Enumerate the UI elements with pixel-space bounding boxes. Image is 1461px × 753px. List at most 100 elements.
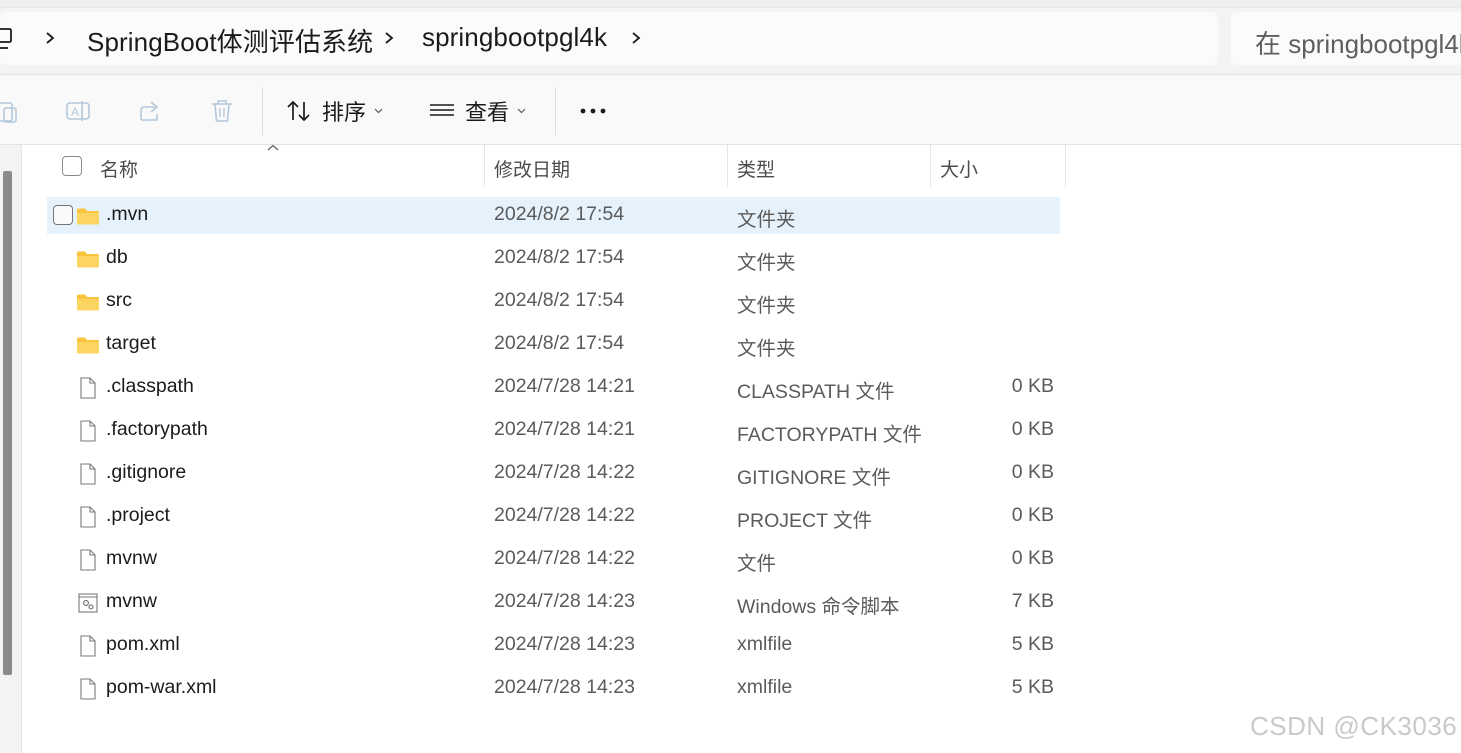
file-size: 0 KB (1011, 418, 1054, 440)
file-modified-date: 2024/8/2 17:54 (494, 203, 625, 225)
file-size: 7 KB (1011, 590, 1054, 612)
chevron-right-icon[interactable] (383, 25, 397, 51)
file-size: 0 KB (1011, 547, 1054, 569)
sort-button[interactable]: 排序 (286, 93, 383, 129)
file-icon (76, 634, 100, 658)
script-file-icon (76, 591, 100, 615)
file-row[interactable]: mvnw 2024/7/28 14:23 Windows 命令脚本 7 KB (47, 584, 1060, 621)
file-icon (76, 677, 100, 701)
file-modified-date: 2024/7/28 14:23 (494, 590, 635, 612)
file-name: mvnw (106, 547, 157, 569)
sort-icon (287, 100, 310, 122)
file-modified-date: 2024/7/28 14:22 (494, 547, 635, 569)
chevron-right-icon[interactable] (630, 25, 644, 51)
folder-icon (76, 290, 100, 314)
file-name: .mvn (106, 203, 149, 225)
file-size: 5 KB (1011, 633, 1054, 655)
file-name: .classpath (106, 375, 194, 397)
column-header-date[interactable]: 修改日期 (494, 155, 570, 182)
file-icon (76, 376, 100, 400)
watermark: CSDN @CK3036 (1250, 711, 1458, 741)
column-header-size[interactable]: 大小 (940, 155, 978, 182)
view-button[interactable]: 查看 (429, 93, 526, 129)
paste-icon[interactable] (0, 98, 20, 124)
file-modified-date: 2024/8/2 17:54 (494, 246, 625, 268)
view-list-icon (430, 104, 454, 116)
search-input[interactable]: 在 springbootpgl4k (1231, 12, 1461, 65)
file-name: .factorypath (106, 418, 208, 440)
file-type: 文件夹 (737, 209, 796, 231)
column-divider[interactable] (930, 145, 931, 187)
file-name: db (106, 246, 128, 268)
file-type: 文件 (737, 553, 777, 575)
column-header-type[interactable]: 类型 (737, 155, 775, 182)
file-icon (76, 548, 100, 572)
file-modified-date: 2024/7/28 14:21 (494, 418, 635, 440)
search-placeholder: 在 springbootpgl4k (1255, 29, 1461, 59)
this-pc-icon[interactable] (0, 27, 16, 51)
file-size: 5 KB (1011, 676, 1054, 698)
toolbar-divider (262, 87, 263, 135)
file-size: 0 KB (1011, 504, 1054, 526)
column-divider[interactable] (727, 145, 728, 187)
chevron-right-icon[interactable] (44, 25, 58, 51)
scrollbar-thumb[interactable] (3, 171, 12, 675)
file-size: 0 KB (1011, 375, 1054, 397)
file-name: mvnw (106, 590, 157, 612)
column-divider[interactable] (1065, 145, 1066, 187)
file-row[interactable]: .project 2024/7/28 14:22 PROJECT 文件 0 KB (47, 498, 1060, 535)
file-row[interactable]: pom-war.xml 2024/7/28 14:23 xmlfile 5 KB (47, 670, 1060, 707)
more-options-icon[interactable] (579, 107, 607, 115)
delete-icon[interactable] (209, 98, 235, 124)
breadcrumb[interactable]: SpringBoot体测评估系统 springbootpgl4k (0, 12, 1218, 65)
file-type: 文件夹 (737, 338, 796, 360)
file-type: 文件夹 (737, 295, 796, 317)
file-row[interactable]: pom.xml 2024/7/28 14:23 xmlfile 5 KB (47, 627, 1060, 664)
file-modified-date: 2024/8/2 17:54 (494, 289, 625, 311)
file-row[interactable]: .classpath 2024/7/28 14:21 CLASSPATH 文件 0 K… (47, 369, 1060, 406)
command-bar: A 排序 查看 (0, 75, 1461, 145)
file-modified-date: 2024/7/28 14:23 (494, 633, 635, 655)
file-icon (76, 419, 100, 443)
file-type: GITIGNORE 文件 (737, 467, 891, 489)
row-checkbox[interactable] (53, 205, 73, 225)
file-name: target (106, 332, 156, 354)
rename-icon[interactable]: A (65, 98, 91, 124)
file-row[interactable]: db 2024/8/2 17:54 文件夹 (47, 240, 1060, 277)
chevron-down-icon (374, 108, 383, 114)
view-button-label: 查看 (465, 100, 510, 125)
file-name: pom-war.xml (106, 676, 217, 698)
file-name: src (106, 289, 132, 311)
file-explorer-window: SpringBoot体测评估系统 springbootpgl4k 在 sprin… (0, 0, 1461, 753)
file-row[interactable]: target 2024/8/2 17:54 文件夹 (47, 326, 1060, 363)
file-modified-date: 2024/8/2 17:54 (494, 332, 625, 354)
file-row[interactable]: .gitignore 2024/7/28 14:22 GITIGNORE 文件 0 K… (47, 455, 1060, 492)
file-name: pom.xml (106, 633, 180, 655)
file-modified-date: 2024/7/28 14:23 (494, 676, 635, 698)
file-modified-date: 2024/7/28 14:21 (494, 375, 635, 397)
file-icon (76, 462, 100, 486)
folder-icon (76, 333, 100, 357)
file-type: 文件夹 (737, 252, 796, 274)
column-divider[interactable] (484, 145, 485, 187)
chevron-down-icon (517, 108, 526, 114)
column-header-name[interactable]: 名称 (100, 155, 138, 182)
file-row[interactable]: .mvn 2024/8/2 17:54 文件夹 (47, 197, 1060, 234)
file-type: xmlfile (737, 633, 793, 655)
select-all-checkbox[interactable] (62, 156, 82, 176)
navigation-pane-scrollbar[interactable] (0, 145, 22, 753)
file-name: .gitignore (106, 461, 187, 483)
file-row[interactable]: .factorypath 2024/7/28 14:21 FACTORYPATH 文… (47, 412, 1060, 449)
file-name: .project (106, 504, 170, 526)
sort-ascending-icon (267, 144, 279, 151)
file-row[interactable]: src 2024/8/2 17:54 文件夹 (47, 283, 1060, 320)
breadcrumb-item-folder[interactable]: springbootpgl4k (422, 22, 607, 53)
file-icon (76, 505, 100, 529)
file-type: xmlfile (737, 676, 793, 698)
address-bar-area: SpringBoot体测评估系统 springbootpgl4k 在 sprin… (0, 0, 1461, 75)
share-icon[interactable] (137, 98, 163, 124)
breadcrumb-item-project[interactable]: SpringBoot体测评估系统 (87, 22, 373, 59)
file-type: Windows 命令脚本 (737, 596, 900, 618)
folder-icon (76, 204, 100, 228)
file-row[interactable]: mvnw 2024/7/28 14:22 文件 0 KB (47, 541, 1060, 578)
